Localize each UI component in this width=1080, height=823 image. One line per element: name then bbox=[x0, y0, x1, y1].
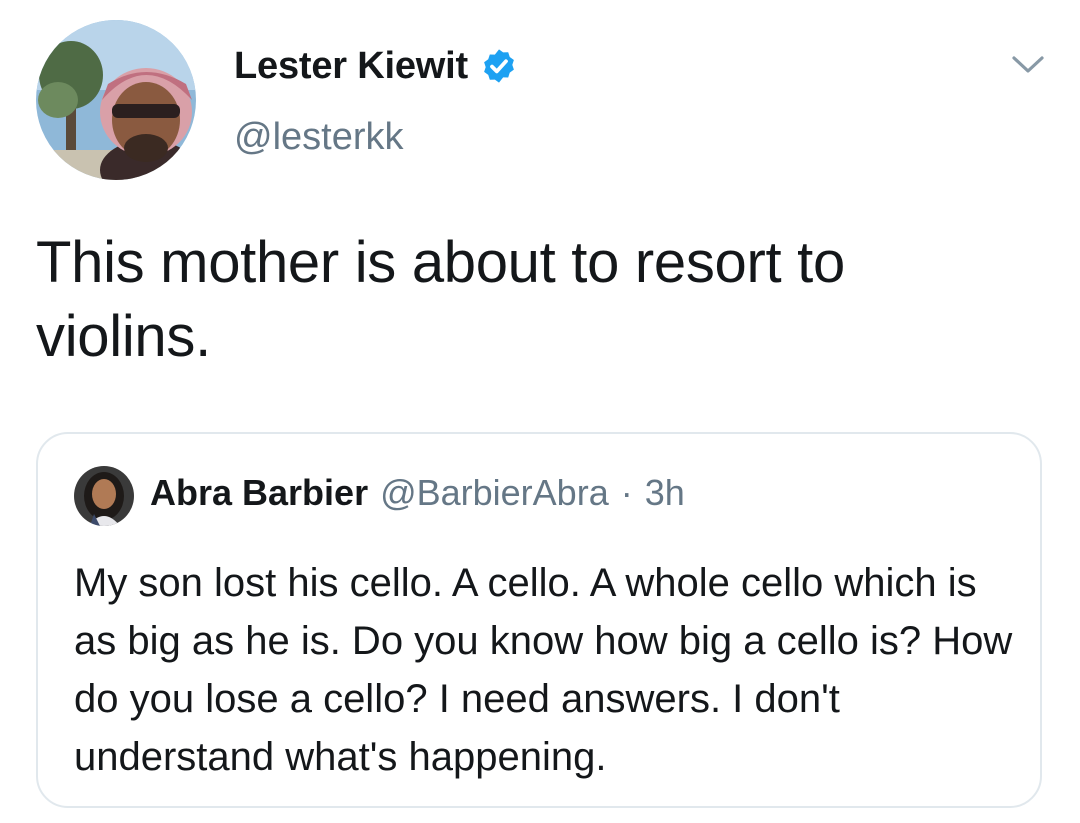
tweet-card: Lester Kiewit @lesterkk This mother is a… bbox=[0, 0, 1080, 823]
quoted-author-name[interactable]: Abra Barbier bbox=[150, 472, 368, 514]
quoted-tweet-header: Abra Barbier @BarbierAbra · 3h bbox=[150, 472, 685, 514]
author-name-row: Lester Kiewit bbox=[234, 42, 518, 90]
quoted-tweet-timestamp[interactable]: 3h bbox=[645, 472, 685, 514]
header-separator: · bbox=[620, 472, 633, 513]
author-handle[interactable]: @lesterkk bbox=[234, 116, 404, 159]
quoted-tweet-card[interactable]: Abra Barbier @BarbierAbra · 3h My son lo… bbox=[36, 432, 1042, 808]
tweet-text: This mother is about to resort to violin… bbox=[36, 230, 845, 369]
author-name[interactable]: Lester Kiewit bbox=[234, 45, 468, 88]
quoted-author-handle[interactable]: @BarbierAbra bbox=[380, 472, 609, 514]
chevron-down-icon[interactable] bbox=[1008, 48, 1048, 80]
quoted-tweet-text: My son lost his cello. A cello. A whole … bbox=[74, 561, 1013, 779]
verified-badge-icon bbox=[484, 49, 514, 83]
author-avatar[interactable] bbox=[36, 20, 196, 180]
quoted-author-avatar[interactable] bbox=[74, 466, 134, 526]
